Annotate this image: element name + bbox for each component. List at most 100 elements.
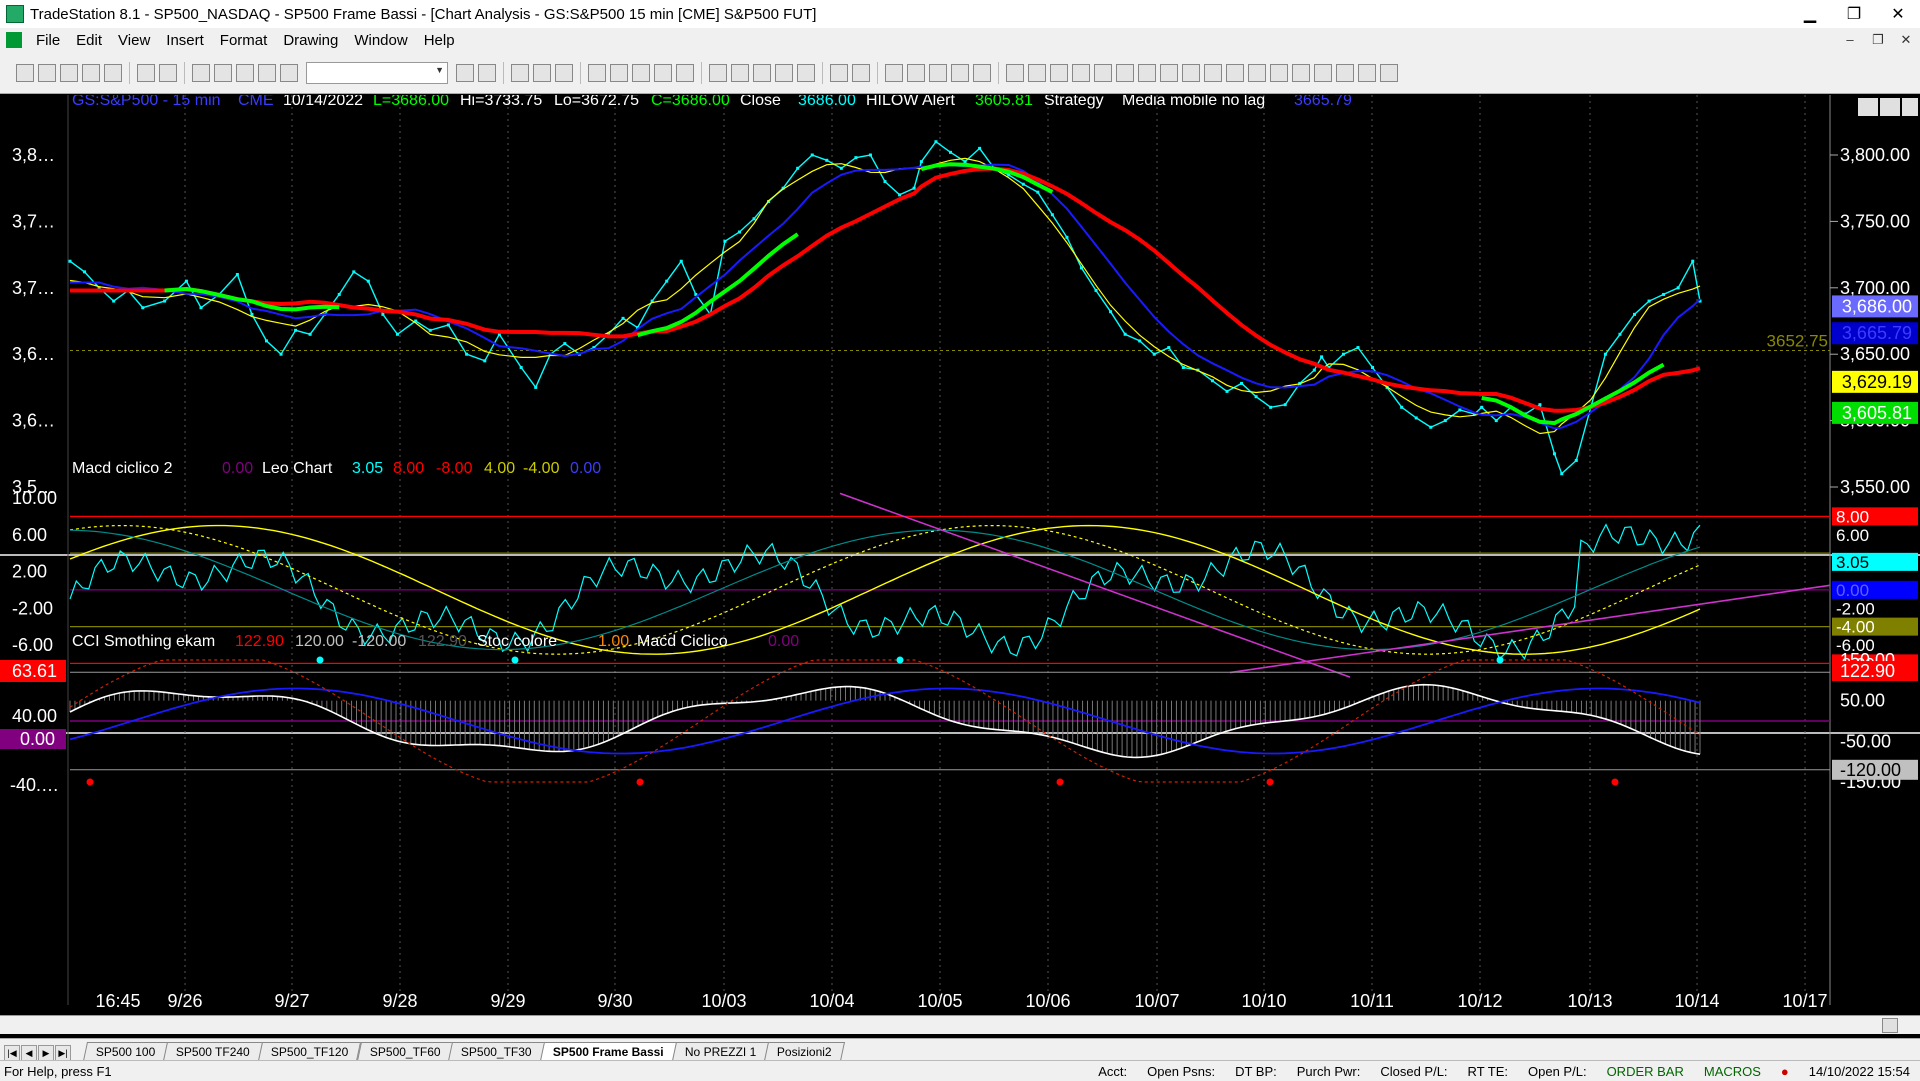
fan-icon[interactable] — [1226, 63, 1244, 82]
format-icon[interactable] — [236, 63, 254, 82]
chart-analysis-icon[interactable] — [511, 63, 529, 82]
ellipse-icon[interactable] — [1336, 63, 1354, 82]
andrews-pitchfork-icon[interactable] — [1094, 63, 1112, 82]
price-bar — [294, 328, 298, 332]
insert-showme-icon[interactable] — [654, 63, 672, 82]
strategy-icon[interactable] — [280, 63, 298, 82]
tab-4[interactable]: SP500_TF30 — [448, 1042, 546, 1061]
insert-probability-icon[interactable] — [676, 63, 694, 82]
horizontal-line-icon[interactable] — [1072, 63, 1090, 82]
tab-5[interactable]: SP500 Frame Bassi — [540, 1042, 677, 1061]
tab-2[interactable]: SP500_TF120 — [258, 1042, 362, 1061]
minimize-button[interactable]: ▁ — [1788, 0, 1832, 28]
rectangle-icon[interactable] — [1358, 63, 1376, 82]
menu-window[interactable]: Window — [346, 32, 415, 49]
chart-header-field: Lo=3672.75 — [554, 95, 639, 109]
tab-label: SP500_TF60 — [369, 1045, 441, 1059]
tab-7[interactable]: Posizioni2 — [764, 1042, 845, 1061]
tab-3[interactable]: SP500_TF60 — [356, 1042, 454, 1061]
channel-icon[interactable] — [1182, 63, 1200, 82]
arrow-up-icon[interactable] — [1314, 63, 1332, 82]
zoom-in-icon[interactable] — [830, 63, 848, 82]
close-button[interactable]: ✕ — [1876, 0, 1920, 28]
chart-header-field: HILOW Alert — [866, 95, 955, 109]
insert-paintbar-icon[interactable] — [632, 63, 650, 82]
scrollbar-thumb[interactable] — [1882, 1018, 1898, 1033]
vertical-line-icon[interactable] — [1138, 63, 1156, 82]
pencil-icon[interactable] — [1248, 63, 1266, 82]
window-tile-icon[interactable] — [192, 63, 210, 82]
tab-6[interactable]: No PREZZI 1 — [671, 1042, 770, 1061]
curve-icon[interactable] — [1270, 63, 1288, 82]
menu-help[interactable]: Help — [416, 32, 463, 49]
pointer-icon[interactable] — [885, 63, 903, 82]
chart-window-icon[interactable] — [6, 32, 22, 48]
interval-icon[interactable] — [797, 63, 815, 82]
chart-analysis-window[interactable]: GS:S&P500 - 15 min CME 10/14/2022 L=3686.00… — [0, 95, 1920, 1010]
point-figure-icon[interactable] — [775, 63, 793, 82]
tab-first-icon[interactable]: |◀ — [4, 1045, 20, 1061]
open-icon[interactable] — [38, 63, 56, 82]
copy-icon[interactable] — [82, 63, 100, 82]
gann-fan-icon[interactable] — [1028, 63, 1046, 82]
arrow-horizontal-icon[interactable] — [1160, 63, 1178, 82]
arrow-down-icon[interactable] — [1292, 63, 1310, 82]
speed-lines-icon[interactable] — [1116, 63, 1134, 82]
menu-insert[interactable]: Insert — [158, 32, 212, 49]
cci-value: 1.00 — [598, 633, 629, 650]
matrix-icon[interactable] — [555, 63, 573, 82]
menu-view[interactable]: View — [110, 32, 158, 49]
print-icon[interactable] — [137, 63, 155, 82]
price-bar — [1079, 266, 1083, 270]
tab-next-icon[interactable]: ▶ — [38, 1045, 54, 1061]
hand-icon[interactable] — [951, 63, 969, 82]
mdi-close-button[interactable]: ✕ — [1892, 32, 1920, 48]
macd-marker-label: -4.00 — [1836, 618, 1875, 637]
hammer-icon[interactable] — [929, 63, 947, 82]
date-axis-label: 10/05 — [917, 991, 962, 1010]
menu-drawing[interactable]: Drawing — [275, 32, 346, 49]
fibonacci-icon[interactable] — [1050, 63, 1068, 82]
tab-last-icon[interactable]: ▶| — [55, 1045, 71, 1061]
line-chart-icon[interactable] — [753, 63, 771, 82]
tab-prev-icon[interactable]: ◀ — [21, 1045, 37, 1061]
status-open-pl: Open P/L: — [1528, 1063, 1587, 1079]
mdi-restore-button[interactable]: ❐ — [1864, 32, 1892, 48]
order-bar-icon[interactable] — [973, 63, 991, 82]
maximize-button[interactable]: ❐ — [1832, 0, 1876, 28]
zoom-search-icon[interactable] — [478, 63, 496, 82]
order-bar-button[interactable]: ORDER BAR — [1597, 1064, 1694, 1079]
text-icon[interactable] — [1380, 63, 1398, 82]
chart-canvas[interactable]: GS:S&P500 - 15 min CME 10/14/2022 L=3686.00… — [0, 95, 1920, 1010]
macros-button[interactable]: MACROS — [1694, 1064, 1771, 1079]
arc-icon[interactable] — [1204, 63, 1222, 82]
menu-format[interactable]: Format — [212, 32, 276, 49]
window-cascade-icon[interactable] — [214, 63, 232, 82]
drawing-icon[interactable] — [258, 63, 276, 82]
bar-chart-icon[interactable] — [709, 63, 727, 82]
menu-file[interactable]: File — [28, 32, 68, 49]
insert-indicator-icon[interactable] — [588, 63, 606, 82]
workspace-select[interactable] — [306, 61, 448, 84]
crosshair-icon[interactable] — [907, 63, 925, 82]
macd-value: 0.00 — [570, 460, 601, 477]
new-icon[interactable] — [16, 63, 34, 82]
date-axis-label: 10/06 — [1025, 991, 1070, 1010]
print-preview-icon[interactable] — [159, 63, 177, 82]
paste-icon[interactable] — [104, 63, 122, 82]
insert-strategy-icon[interactable] — [610, 63, 628, 82]
tab-1[interactable]: SP500 TF240 — [163, 1042, 264, 1061]
candle-chart-icon[interactable] — [731, 63, 749, 82]
horizontal-scrollbar[interactable] — [0, 1015, 1920, 1034]
price-bar — [1662, 292, 1666, 296]
zoom-out-icon[interactable] — [852, 63, 870, 82]
radar-screen-icon[interactable] — [533, 63, 551, 82]
level-label: 3652.75 — [1767, 332, 1828, 351]
date-axis-label: 10/12 — [1457, 991, 1502, 1010]
menu-edit[interactable]: Edit — [68, 32, 110, 49]
tab-0[interactable]: SP500 100 — [82, 1042, 169, 1061]
mdi-minimize-button[interactable]: ‒ — [1836, 32, 1864, 48]
trendline-icon[interactable] — [1006, 63, 1024, 82]
save-icon[interactable] — [60, 63, 78, 82]
play-icon[interactable] — [456, 63, 474, 82]
